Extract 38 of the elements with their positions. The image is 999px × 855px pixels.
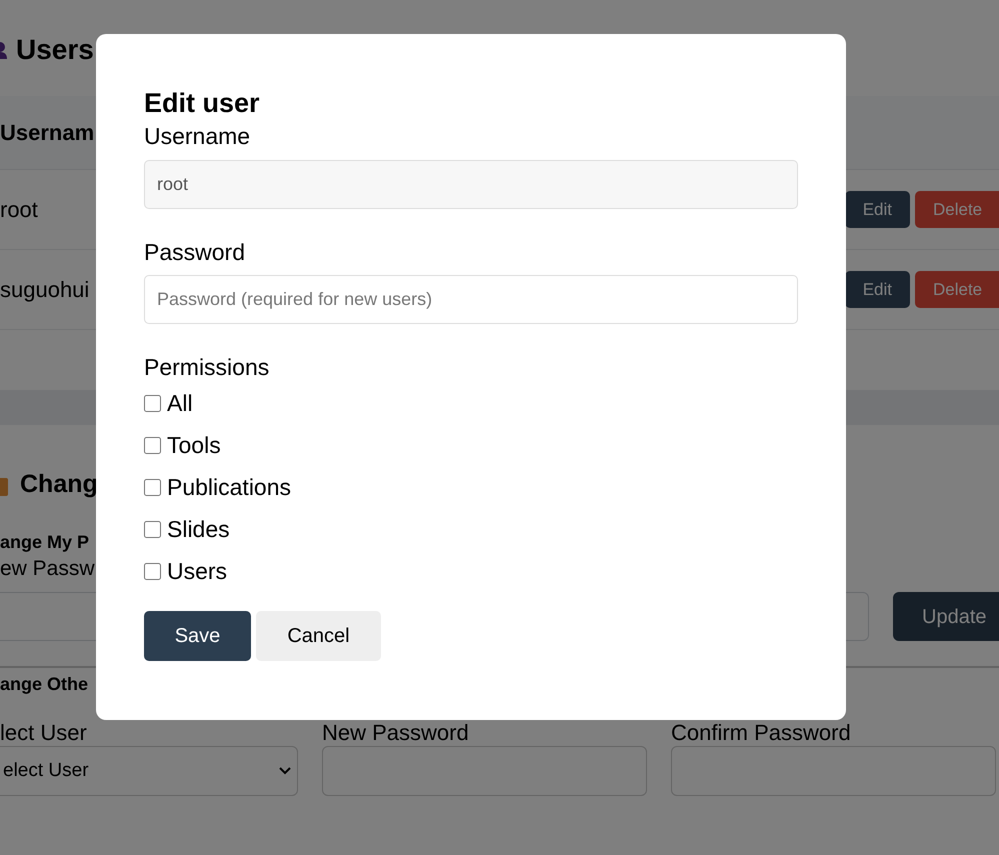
checkbox-label: Slides [167,514,230,544]
checkbox[interactable] [144,520,161,538]
checkbox[interactable] [144,562,161,580]
checkbox-label: Users [167,556,228,586]
section-heading: Users [16,33,94,67]
field-label: ew Passw [0,556,95,582]
table-cell-text: suguohui [0,276,90,304]
password-field[interactable]: Password (required for new users) [144,275,798,324]
section-heading: Chang [20,469,98,500]
edit-button[interactable]: Edit [844,271,910,308]
checkbox-label: Publications [167,472,292,502]
cancel-button[interactable]: Cancel [256,611,381,661]
chevron-down-icon [279,767,291,775]
checkbox-label: All [167,388,193,418]
field-label: Password [144,238,246,267]
password-field[interactable] [322,746,647,796]
checkbox[interactable] [144,436,161,454]
password-field[interactable] [671,746,996,796]
column-header: Usernam [0,119,94,147]
checkbox[interactable] [144,394,161,412]
edit-button[interactable]: Edit [844,191,910,228]
table-cell-text: root [0,196,38,224]
dialog-title: Edit user [144,87,261,120]
username-field[interactable]: root [144,160,798,209]
field-label: lect User [0,720,87,746]
user-select[interactable]: elect User [0,746,298,796]
delete-button[interactable]: Delete [915,191,999,228]
checkbox-label: Tools [167,430,221,460]
subsection-title: ange My P [0,531,90,554]
save-button[interactable]: Save [144,611,251,661]
subsection-title: ange Othe [0,673,88,696]
field-label: New Password [322,720,469,746]
field-label: Username [144,122,252,151]
checkbox[interactable] [144,478,161,496]
field-label: Confirm Password [671,720,851,746]
update-button[interactable]: Update [893,592,999,641]
delete-button[interactable]: Delete [915,271,999,308]
field-label: Permissions [144,353,270,382]
